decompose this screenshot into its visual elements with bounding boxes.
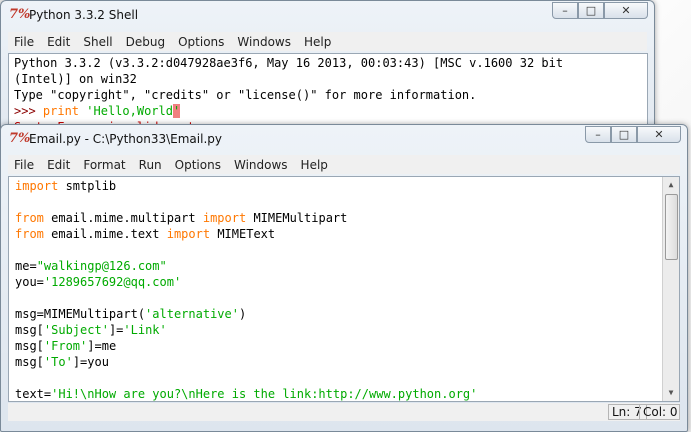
shell-menubar: File Edit Shell Debug Options Windows He… (8, 32, 647, 51)
code-line: from email.mime.multipart import MIMEMul… (15, 210, 661, 226)
code-line: me="walkingp@126.com" (15, 258, 661, 274)
editor-menu-windows[interactable]: Windows (228, 158, 295, 172)
shell-banner-line-3: Type "copyright", "credits" or "license(… (14, 88, 477, 102)
status-column-number: Col: 0 (639, 404, 680, 420)
code-token: ]=me (87, 339, 117, 353)
code-line: msg['From']=me (15, 338, 661, 354)
code-token: MIMEText (210, 227, 276, 241)
code-token: import (202, 211, 247, 225)
code-token: email.mime.multipart (43, 211, 203, 225)
code-token: ]= (108, 323, 124, 337)
shell-cmd-keyword: print (42, 104, 80, 118)
shell-cmd-error-mark: ' (172, 104, 181, 118)
editor-title: Email.py - C:\Python33\Email.py (29, 132, 222, 146)
shell-cmd-string: 'Hello,World (86, 104, 173, 118)
shell-menu-shell[interactable]: Shell (77, 35, 119, 49)
code-token: 'To' (43, 355, 73, 369)
code-token: 'Link' (123, 323, 167, 337)
code-token: smtplib (58, 179, 117, 193)
code-token: email.mime.text (43, 227, 167, 241)
code-token: me= (15, 259, 37, 273)
scroll-up-arrow-icon[interactable]: ▲ (663, 177, 679, 193)
code-token: 'alternative' (145, 307, 239, 321)
python-idle-icon: 7% (9, 131, 31, 146)
code-line: text='Hi!\nHow are you?\nHere is the lin… (15, 386, 661, 401)
code-token: from (15, 211, 44, 225)
maximize-icon[interactable]: □ (611, 126, 637, 143)
code-line: msg['Subject']='Link' (15, 322, 661, 338)
editor-window-controls: – □ ✕ (585, 126, 681, 144)
shell-banner-line-2: (Intel)] on win32 (14, 72, 137, 86)
code-token: '1289657692@qq.com' (43, 275, 182, 289)
code-token: ) (238, 307, 247, 321)
shell-menu-file[interactable]: File (8, 35, 41, 49)
scroll-thumb[interactable] (665, 194, 678, 260)
minimize-icon[interactable]: – (585, 126, 611, 143)
code-line: you='1289657692@qq.com' (15, 274, 661, 290)
python-idle-icon: 7% (9, 7, 31, 22)
code-token: text= (15, 387, 52, 401)
shell-menu-debug[interactable]: Debug (120, 35, 172, 49)
shell-banner-line-1: Python 3.3.2 (v3.3.2:d047928ae3f6, May 1… (14, 56, 564, 70)
code-token: ]=you (72, 355, 109, 369)
code-line: import smtplib (15, 178, 661, 194)
code-token: msg=MIMEMultipart( (15, 307, 146, 321)
scroll-down-arrow-icon[interactable]: ▼ (663, 385, 679, 401)
editor-titlebar[interactable]: 7% Email.py - C:\Python33\Email.py – □ ✕ (1, 125, 687, 153)
code-line: msg=MIMEMultipart('alternative') (15, 306, 661, 322)
code-token: 'Subject' (43, 323, 109, 337)
code-token: "walkingp@126.com" (36, 259, 167, 273)
code-token: msg[ (15, 339, 44, 353)
code-token: msg[ (15, 323, 44, 337)
shell-menu-help[interactable]: Help (298, 35, 338, 49)
editor-text-area[interactable]: import smtplib from email.mime.multipart… (8, 176, 680, 402)
editor-menu-file[interactable]: File (8, 158, 41, 172)
maximize-icon[interactable]: □ (578, 2, 604, 19)
editor-menu-help[interactable]: Help (295, 158, 335, 172)
code-token: 'Hi!\nHow are you?\nHere is the link:htt… (51, 387, 478, 401)
editor-menu-options[interactable]: Options (169, 158, 228, 172)
editor-vertical-scrollbar[interactable]: ▲ ▼ (662, 177, 679, 401)
shell-prompt: >>> (14, 104, 43, 118)
code-token: import (15, 179, 59, 193)
shell-menu-edit[interactable]: Edit (41, 35, 77, 49)
code-token: 'From' (43, 339, 88, 353)
editor-menu-format[interactable]: Format (77, 158, 132, 172)
editor-menu-edit[interactable]: Edit (41, 158, 77, 172)
code-token: you= (15, 275, 44, 289)
shell-title: Python 3.3.2 Shell (29, 8, 139, 22)
code-line: msg['To']=you (15, 354, 661, 370)
shell-window-controls: – □ ✕ (552, 2, 648, 20)
editor-menubar: File Edit Format Run Options Windows Hel… (8, 155, 680, 174)
shell-menu-windows[interactable]: Windows (231, 35, 298, 49)
code-line: from email.mime.text import MIMEText (15, 226, 661, 242)
editor-window: 7% Email.py - C:\Python33\Email.py – □ ✕… (0, 124, 688, 432)
shell-titlebar[interactable]: 7% Python 3.3.2 Shell – □ ✕ (1, 1, 654, 29)
code-token: msg[ (15, 355, 44, 369)
code-token: from (15, 227, 44, 241)
shell-command-line: >>> print 'Hello,World' (14, 103, 647, 119)
shell-menu-options[interactable]: Options (172, 35, 231, 49)
close-icon[interactable]: ✕ (637, 126, 681, 143)
code-token: import (166, 227, 211, 241)
editor-statusbar: Ln: 7 Col: 0 (8, 403, 680, 421)
minimize-icon[interactable]: – (552, 2, 578, 19)
code-token: MIMEMultipart (246, 211, 348, 225)
close-icon[interactable]: ✕ (604, 2, 648, 19)
editor-menu-run[interactable]: Run (133, 158, 169, 172)
